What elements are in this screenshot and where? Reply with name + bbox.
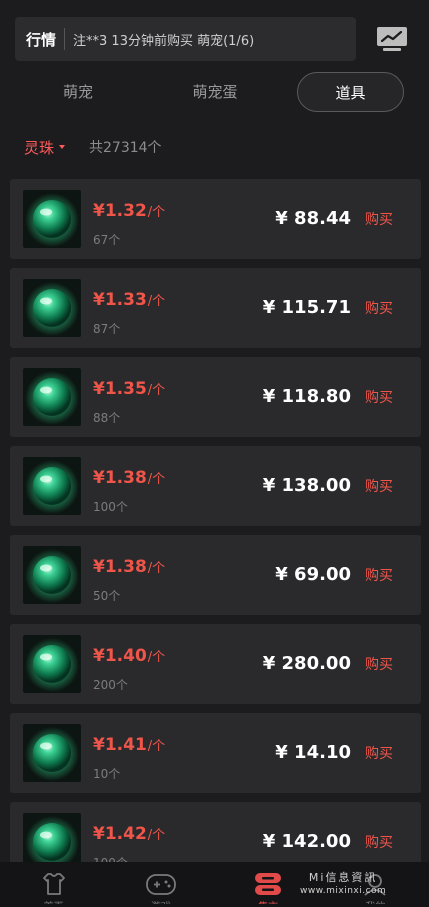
nav-games[interactable]: 游戏 bbox=[107, 862, 214, 907]
tab-pet-eggs[interactable]: 萌宠蛋 bbox=[173, 72, 257, 112]
unit-price: ¥1.42/个 bbox=[93, 824, 165, 844]
total-price: ¥ 69.00 bbox=[275, 564, 351, 585]
watermark-line1: Mi信息資訊 bbox=[308, 871, 378, 884]
total-price: ¥ 118.80 bbox=[262, 386, 351, 407]
nav-games-label: 游戏 bbox=[151, 898, 171, 904]
unit-price-suffix: /个 bbox=[147, 650, 166, 665]
listing-row[interactable]: ¥1.35/个 88个 ¥ 118.80 购买 bbox=[10, 357, 421, 437]
buy-button[interactable]: 购买 bbox=[365, 298, 393, 318]
tab-items[interactable]: 道具 bbox=[297, 72, 404, 112]
spirit-orb-icon bbox=[25, 371, 79, 425]
unit-price-suffix: /个 bbox=[147, 561, 166, 576]
spirit-orb-icon bbox=[25, 638, 79, 692]
buy-button[interactable]: 购买 bbox=[365, 743, 393, 763]
unit-price-suffix: /个 bbox=[147, 472, 166, 487]
unit-price-value: ¥1.38 bbox=[93, 557, 147, 577]
item-thumbnail bbox=[23, 190, 81, 248]
line-chart-icon bbox=[377, 27, 407, 51]
unit-price-suffix: /个 bbox=[147, 739, 166, 754]
listing-row[interactable]: ¥1.41/个 10个 ¥ 14.10 购买 bbox=[10, 713, 421, 793]
unit-price: ¥1.38/个 bbox=[93, 557, 165, 577]
quantity: 200个 bbox=[93, 678, 128, 692]
listing-count: 共27314个 bbox=[89, 140, 162, 156]
item-type-dropdown[interactable]: 灵珠 bbox=[24, 137, 54, 158]
unit-price-value: ¥1.38 bbox=[93, 468, 147, 488]
item-thumbnail bbox=[23, 724, 81, 782]
item-thumbnail bbox=[23, 457, 81, 515]
unit-price: ¥1.40/个 bbox=[93, 646, 165, 666]
spirit-orb-icon bbox=[25, 282, 79, 336]
unit-price: ¥1.33/个 bbox=[93, 290, 165, 310]
quantity: 67个 bbox=[93, 233, 121, 247]
item-thumbnail bbox=[23, 635, 81, 693]
total-price: ¥ 14.10 bbox=[275, 742, 351, 763]
shirt-icon bbox=[42, 873, 65, 895]
unit-price-suffix: /个 bbox=[147, 294, 166, 309]
unit-price-value: ¥1.35 bbox=[93, 379, 147, 399]
item-thumbnail bbox=[23, 546, 81, 604]
spirit-orb-icon bbox=[25, 193, 79, 247]
unit-price: ¥1.41/个 bbox=[93, 735, 165, 755]
chart-button[interactable] bbox=[374, 24, 410, 54]
buy-button[interactable]: 购买 bbox=[365, 387, 393, 407]
buy-button[interactable]: 购买 bbox=[365, 209, 393, 229]
ticker-tag: 行情 bbox=[26, 30, 57, 49]
spirit-orb-icon bbox=[25, 549, 79, 603]
unit-price-value: ¥1.40 bbox=[93, 646, 147, 666]
quantity: 10个 bbox=[93, 767, 121, 781]
market-icon bbox=[255, 873, 282, 895]
spirit-orb-icon bbox=[25, 727, 79, 781]
market-ticker[interactable]: 行情 注**3 13分钟前购买 萌宠(1/6) bbox=[15, 17, 356, 61]
listing-row[interactable]: ¥1.40/个 200个 ¥ 280.00 购买 bbox=[10, 624, 421, 704]
filter-row: 灵珠 共27314个 bbox=[24, 134, 162, 160]
ticker-divider bbox=[64, 28, 66, 50]
watermark-line2: www.mixinxi.com bbox=[300, 886, 387, 896]
quantity: 50个 bbox=[93, 589, 121, 603]
total-price: ¥ 138.00 bbox=[262, 475, 351, 496]
unit-price: ¥1.38/个 bbox=[93, 468, 165, 488]
unit-price-value: ¥1.33 bbox=[93, 290, 147, 310]
buy-button[interactable]: 购买 bbox=[365, 832, 393, 852]
nav-market-label: 集市 bbox=[258, 898, 278, 904]
listing-row[interactable]: ¥1.32/个 67个 ¥ 88.44 购买 bbox=[10, 179, 421, 259]
total-price: ¥ 280.00 bbox=[262, 653, 351, 674]
buy-button[interactable]: 购买 bbox=[365, 654, 393, 674]
total-price: ¥ 142.00 bbox=[262, 831, 351, 852]
unit-price-suffix: /个 bbox=[147, 383, 166, 398]
quantity: 100个 bbox=[93, 500, 128, 514]
unit-price-suffix: /个 bbox=[147, 828, 166, 843]
unit-price-value: ¥1.32 bbox=[93, 201, 147, 221]
caret-down-icon bbox=[59, 145, 66, 149]
item-thumbnail bbox=[23, 368, 81, 426]
gamepad-icon bbox=[145, 874, 176, 895]
nav-home[interactable]: 首页 bbox=[0, 862, 107, 907]
nav-profile-label: 我的 bbox=[365, 898, 385, 904]
listing-list: ¥1.32/个 67个 ¥ 88.44 购买 ¥1.33/个 87个 ¥ 115.71 购买 ¥… bbox=[10, 179, 421, 891]
unit-price-value: ¥1.42 bbox=[93, 824, 147, 844]
unit-price-value: ¥1.41 bbox=[93, 735, 147, 755]
unit-price: ¥1.32/个 bbox=[93, 201, 165, 221]
watermark: Mi信息資訊 www.mixinxi.com bbox=[300, 869, 386, 896]
total-price: ¥ 88.44 bbox=[275, 208, 351, 229]
nav-home-label: 首页 bbox=[44, 898, 64, 904]
buy-button[interactable]: 购买 bbox=[365, 565, 393, 585]
listing-row[interactable]: ¥1.38/个 100个 ¥ 138.00 购买 bbox=[10, 446, 421, 526]
unit-price-suffix: /个 bbox=[147, 205, 166, 220]
item-thumbnail bbox=[23, 279, 81, 337]
ticker-message: 注**3 13分钟前购买 萌宠(1/6) bbox=[73, 33, 255, 49]
quantity: 87个 bbox=[93, 322, 121, 336]
unit-price: ¥1.35/个 bbox=[93, 379, 165, 399]
spirit-orb-icon bbox=[25, 460, 79, 514]
tab-pets[interactable]: 萌宠 bbox=[38, 72, 118, 112]
buy-button[interactable]: 购买 bbox=[365, 476, 393, 496]
listing-row[interactable]: ¥1.38/个 50个 ¥ 69.00 购买 bbox=[10, 535, 421, 615]
category-tabs: 萌宠 萌宠蛋 道具 bbox=[0, 72, 429, 114]
quantity: 88个 bbox=[93, 411, 121, 425]
total-price: ¥ 115.71 bbox=[262, 297, 351, 318]
listing-row[interactable]: ¥1.33/个 87个 ¥ 115.71 购买 bbox=[10, 268, 421, 348]
